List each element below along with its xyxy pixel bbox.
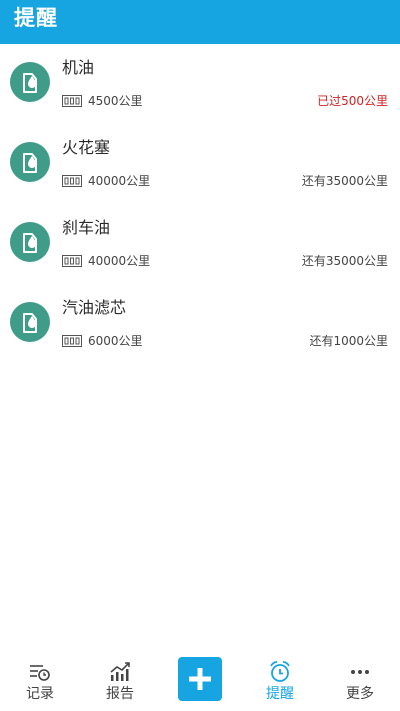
- reminder-interval: 6000公里: [88, 334, 143, 348]
- bottom-tab-bar: 记录 报告 提醒 更多: [0, 651, 400, 711]
- odometer-icon: [62, 255, 82, 267]
- reminder-item[interactable]: 火花塞 40000公里 还有35000公里: [0, 124, 400, 204]
- tab-report[interactable]: 报告: [80, 651, 160, 711]
- tab-more[interactable]: 更多: [320, 651, 400, 711]
- odometer-icon: [62, 335, 82, 347]
- reminder-item[interactable]: 刹车油 40000公里 还有35000公里: [0, 204, 400, 284]
- reminder-list: 机油 4500公里 已过500公里 火花塞 40000公里 还有35000公里: [0, 44, 400, 364]
- more-dots-icon: [351, 670, 369, 674]
- reminder-interval: 40000公里: [88, 174, 151, 188]
- oil-drop-icon: [10, 302, 50, 342]
- reminder-status: 还有35000公里: [301, 254, 388, 268]
- tab-label: 报告: [106, 686, 134, 702]
- oil-drop-icon: [10, 222, 50, 262]
- reminder-interval: 4500公里: [88, 94, 143, 108]
- reminder-interval: 40000公里: [88, 254, 151, 268]
- add-button[interactable]: [178, 657, 222, 701]
- report-chart-icon: [110, 662, 130, 681]
- reminder-item[interactable]: 机油 4500公里 已过500公里: [0, 44, 400, 124]
- tab-label: 提醒: [266, 686, 294, 702]
- plus-icon: [189, 668, 211, 690]
- tab-record[interactable]: 记录: [0, 651, 80, 711]
- reminder-name: 汽油滤芯: [62, 298, 127, 317]
- record-list-icon: [30, 665, 50, 681]
- oil-drop-icon: [10, 142, 50, 182]
- reminder-status: 还有35000公里: [301, 174, 388, 188]
- app-header: 提醒: [0, 0, 400, 44]
- tab-label: 更多: [346, 686, 374, 702]
- reminder-status: 还有1000公里: [309, 334, 388, 348]
- odometer-icon: [62, 175, 82, 187]
- oil-drop-icon: [10, 62, 50, 102]
- odometer-icon: [62, 95, 82, 107]
- reminder-item[interactable]: 汽油滤芯 6000公里 还有1000公里: [0, 284, 400, 364]
- reminder-name: 刹车油: [62, 218, 111, 237]
- reminder-name: 火花塞: [62, 138, 111, 157]
- page-title: 提醒: [14, 6, 58, 30]
- alarm-clock-icon: [270, 661, 290, 682]
- reminder-name: 机油: [62, 58, 95, 77]
- tab-label: 记录: [26, 686, 54, 702]
- tab-reminder[interactable]: 提醒: [240, 651, 320, 711]
- reminder-status: 已过500公里: [317, 94, 388, 108]
